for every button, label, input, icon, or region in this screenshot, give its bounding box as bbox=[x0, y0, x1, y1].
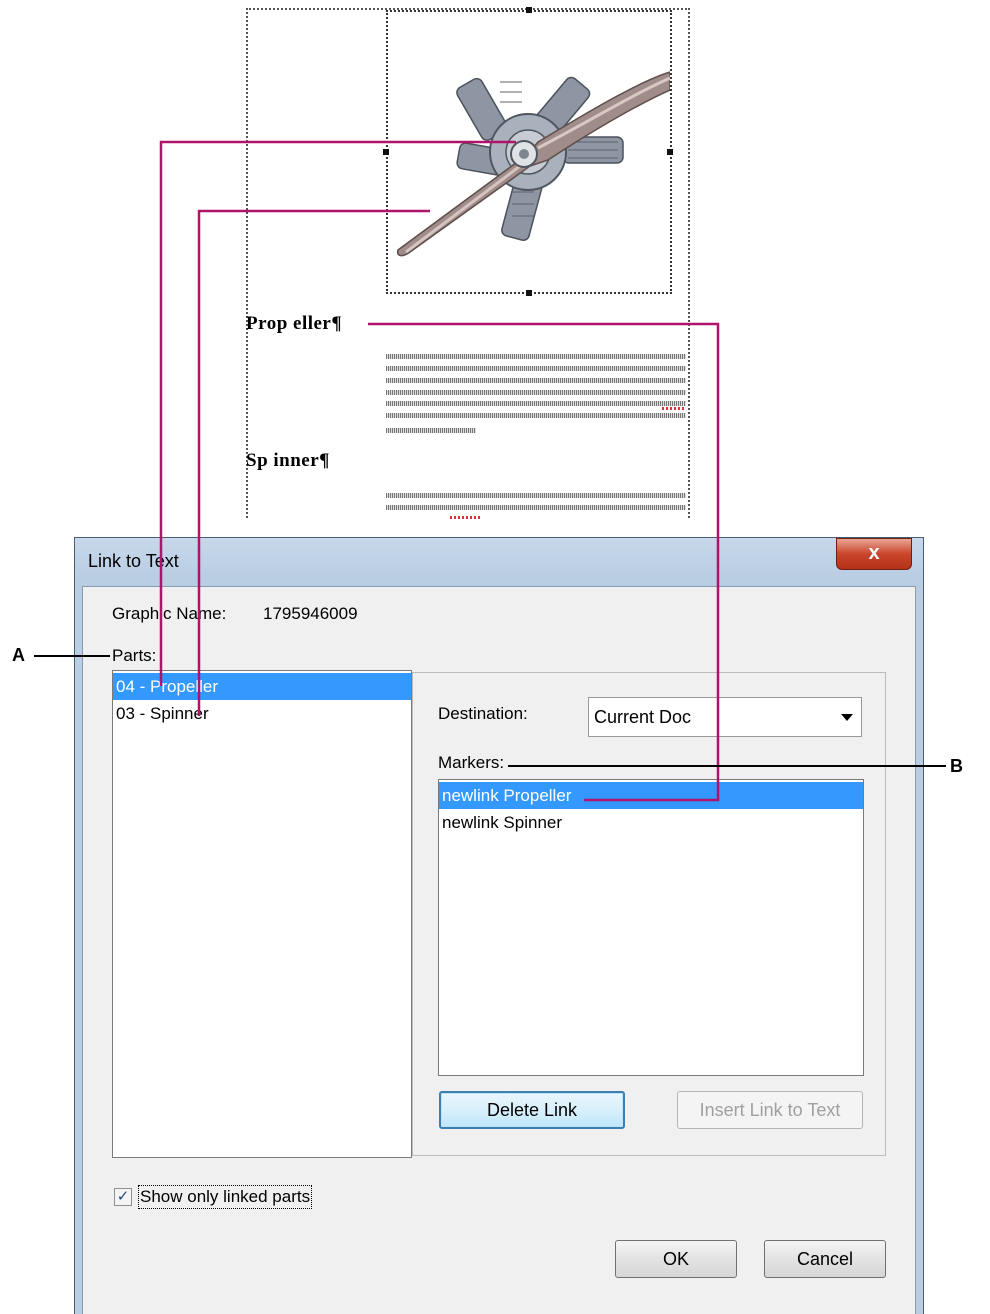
body-text-line bbox=[386, 413, 686, 418]
graphic-name-value: 1795946009 bbox=[263, 604, 358, 623]
body-text-line bbox=[386, 493, 686, 498]
parts-label: Parts: bbox=[112, 646, 157, 665]
chevron-down-icon bbox=[841, 714, 853, 721]
body-text-line bbox=[386, 428, 476, 433]
resize-handle-top[interactable] bbox=[526, 7, 532, 13]
graphic-name-label: Graphic Name: bbox=[112, 604, 227, 623]
marker-item-label: newlink Propeller bbox=[442, 786, 572, 805]
body-text-line bbox=[386, 378, 686, 383]
spelling-underline bbox=[450, 516, 482, 519]
markers-list[interactable]: newlink Propeller newlink Spinner bbox=[438, 779, 864, 1076]
cancel-button[interactable]: Cancel bbox=[764, 1240, 886, 1278]
show-only-linked-checkbox[interactable]: ✓ bbox=[114, 1188, 132, 1206]
markers-list-item[interactable]: newlink Spinner bbox=[439, 809, 863, 836]
parts-list-item[interactable]: 03 - Spinner bbox=[113, 700, 411, 727]
body-text-line bbox=[386, 390, 686, 395]
markers-list-item[interactable]: newlink Propeller bbox=[439, 782, 863, 809]
body-text-line bbox=[386, 354, 686, 359]
ok-button[interactable]: OK bbox=[615, 1240, 737, 1278]
parts-item-label: 03 - Spinner bbox=[116, 704, 209, 723]
show-only-linked-label[interactable]: Show only linked parts bbox=[137, 1185, 313, 1209]
graphic-frame[interactable] bbox=[386, 10, 672, 294]
close-button[interactable]: x bbox=[836, 538, 912, 570]
body-text-line bbox=[386, 366, 686, 371]
propeller-engine-graphic[interactable] bbox=[388, 12, 671, 292]
resize-handle-left[interactable] bbox=[383, 149, 389, 155]
parts-list[interactable]: 04 - Propeller 03 - Spinner bbox=[112, 670, 412, 1158]
destination-label: Destination: bbox=[438, 704, 528, 723]
callout-b: B bbox=[950, 756, 963, 776]
parts-item-label: 04 - Propeller bbox=[116, 677, 219, 696]
heading-propeller: Prop eller¶ bbox=[246, 313, 343, 334]
parts-list-item[interactable]: 04 - Propeller bbox=[113, 673, 411, 700]
spelling-underline bbox=[662, 407, 686, 410]
body-text-line bbox=[386, 401, 686, 406]
body-text-line bbox=[386, 505, 686, 510]
checkmark-icon: ✓ bbox=[116, 1188, 130, 1205]
resize-handle-right[interactable] bbox=[667, 149, 673, 155]
heading-spinner: Sp inner¶ bbox=[246, 450, 330, 471]
callout-a: A bbox=[12, 645, 25, 665]
resize-handle-bottom[interactable] bbox=[526, 290, 532, 296]
markers-label: Markers: bbox=[438, 753, 505, 772]
insert-link-to-text-button[interactable]: Insert Link to Text bbox=[677, 1091, 863, 1129]
delete-link-button[interactable]: Delete Link bbox=[439, 1091, 625, 1129]
close-icon: x bbox=[868, 542, 880, 564]
marker-item-label: newlink Spinner bbox=[442, 813, 563, 832]
destination-dropdown[interactable]: Current Doc bbox=[588, 697, 862, 737]
destination-value: Current Doc bbox=[594, 707, 692, 727]
dialog-title: Link to Text bbox=[88, 551, 179, 571]
